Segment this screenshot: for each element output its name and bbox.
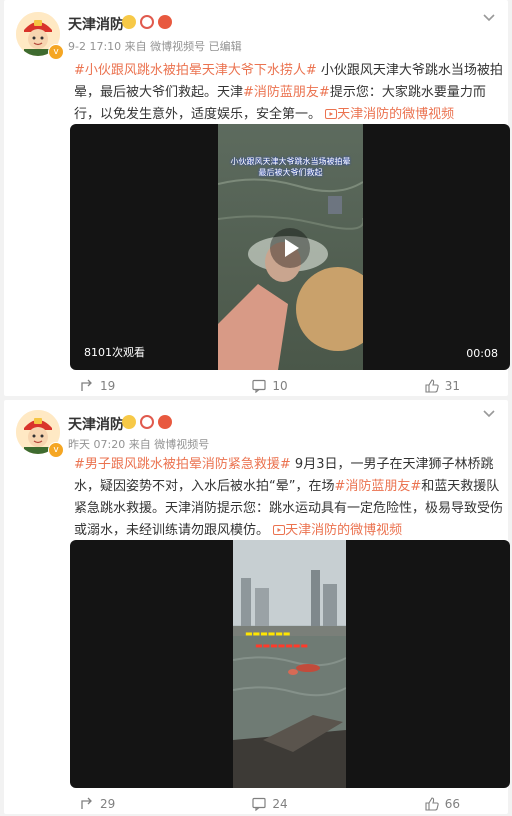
weibo-post-1: v 天津消防 9-2 17:10 来自 微博视频号 已编辑 #小伙跟风跳水被拍晕… bbox=[4, 0, 510, 398]
video-link[interactable]: 天津消防的微博视频 bbox=[273, 523, 402, 538]
like-count: 31 bbox=[444, 379, 461, 393]
video-caption-red: ▬▬▬▬▬▬▬ bbox=[255, 641, 308, 650]
action-bar: 19 10 31 bbox=[70, 374, 510, 398]
username[interactable]: 天津消防 bbox=[68, 14, 124, 34]
post-text: #小伙跟风跳水被拍晕天津大爷下水捞人# 小伙跟风天津大爷跳水当场被拍晕，最后被大… bbox=[74, 60, 504, 126]
video-link[interactable]: 天津消防的微博视频 bbox=[325, 107, 454, 122]
view-count: 8101次观看 bbox=[84, 346, 145, 359]
repost-button[interactable]: 29 bbox=[70, 792, 207, 816]
repost-count: 29 bbox=[100, 797, 116, 811]
medal-icon bbox=[158, 15, 172, 29]
video-player[interactable]: 小伙跟风天津大爷跳水当场被拍晕 最后被大爷们救起 8101次观看 00:08 bbox=[70, 124, 510, 370]
video-link-label[interactable]: 天津消防的微博视频 bbox=[285, 523, 402, 538]
fan-badge-icon bbox=[140, 15, 154, 29]
video-frame: ▬▬▬▬▬▬ ▬▬▬▬▬▬▬ bbox=[233, 540, 346, 788]
verified-icon: v bbox=[48, 442, 64, 458]
hashtag-link[interactable]: #小伙跟风跳水被拍晕天津大爷下水捞人# bbox=[74, 63, 317, 78]
like-button[interactable]: 31 bbox=[333, 374, 510, 398]
vip-crown-icon bbox=[122, 415, 136, 429]
chevron-down-icon[interactable] bbox=[482, 406, 496, 420]
hashtag-link[interactable]: #男子跟风跳水被拍晕消防紧急救援# bbox=[74, 457, 291, 472]
video-link-label[interactable]: 天津消防的微博视频 bbox=[337, 107, 454, 122]
repost-button[interactable]: 19 bbox=[70, 374, 207, 398]
comment-count: 24 bbox=[272, 797, 288, 811]
username[interactable]: 天津消防 bbox=[68, 414, 124, 434]
mention-hashtag-link[interactable]: #消防蓝朋友# bbox=[334, 479, 421, 494]
video-player[interactable]: ▬▬▬▬▬▬ ▬▬▬▬▬▬▬ bbox=[70, 540, 510, 788]
comment-icon bbox=[252, 379, 266, 393]
comment-button[interactable]: 10 bbox=[207, 374, 334, 398]
comment-count: 10 bbox=[272, 379, 288, 393]
verified-icon: v bbox=[48, 44, 64, 60]
post-text: #男子跟风跳水被拍晕消防紧急救援# 9月3日，一男子在天津狮子林桥跳水，疑因姿势… bbox=[74, 454, 504, 542]
like-button[interactable]: 66 bbox=[333, 792, 510, 816]
video-link-icon bbox=[273, 525, 286, 535]
vip-crown-icon bbox=[122, 15, 136, 29]
repost-icon bbox=[81, 797, 92, 809]
comment-icon bbox=[252, 797, 266, 811]
post-meta: 9-2 17:10 来自 微博视频号 已编辑 bbox=[68, 40, 242, 53]
weibo-post-2: v 天津消防 昨天 07:20 来自 微博视频号 #男子跟风跳水被拍晕消防紧急救… bbox=[4, 400, 510, 816]
comment-button[interactable]: 24 bbox=[207, 792, 334, 816]
video-duration: 00:08 bbox=[466, 347, 498, 360]
mention-hashtag-link[interactable]: #消防蓝朋友# bbox=[243, 85, 330, 100]
thumbs-up-icon bbox=[425, 797, 439, 811]
like-count: 66 bbox=[444, 797, 461, 811]
thumbs-up-icon bbox=[425, 379, 439, 393]
medal-icon bbox=[158, 415, 172, 429]
repost-count: 19 bbox=[100, 379, 116, 393]
video-link-icon bbox=[325, 109, 338, 119]
post-meta: 昨天 07:20 来自 微博视频号 bbox=[68, 438, 210, 451]
fan-badge-icon bbox=[140, 415, 154, 429]
video-caption: 小伙跟风天津大爷跳水当场被拍晕 最后被大爷们救起 bbox=[230, 157, 351, 177]
action-bar: 29 24 66 bbox=[70, 792, 510, 816]
video-caption: ▬▬▬▬▬▬ bbox=[245, 629, 291, 638]
repost-icon bbox=[81, 379, 92, 391]
play-button[interactable] bbox=[270, 228, 310, 268]
chevron-down-icon[interactable] bbox=[482, 10, 496, 24]
